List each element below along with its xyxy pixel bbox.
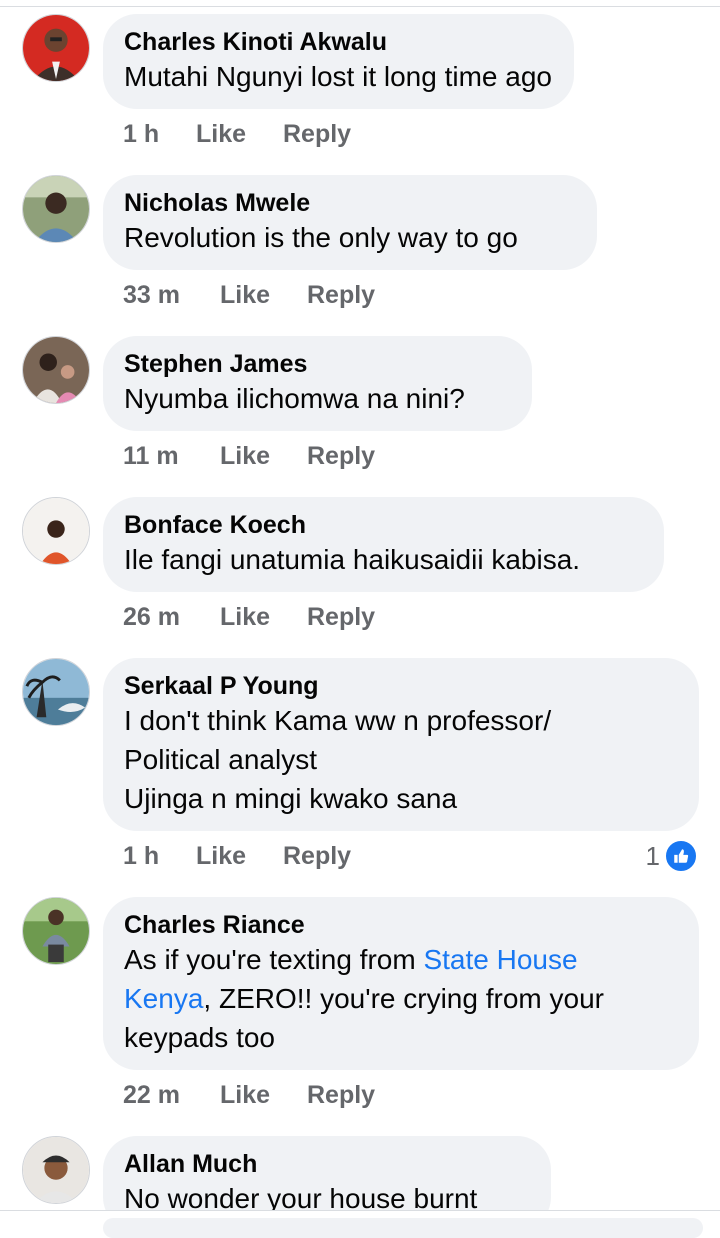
like-button[interactable]: Like [220,281,270,310]
reply-button[interactable]: Reply [307,603,375,632]
comment-author[interactable]: Charles Kinoti Akwalu [124,27,552,57]
comment-text: Nyumba ilichomwa na nini? [124,383,465,414]
like-button[interactable]: Like [220,1081,270,1110]
comment-bubble: Serkaal P Young I don't think Kama ww n … [103,658,699,831]
reply-button[interactable]: Reply [307,442,375,471]
comment-timestamp[interactable]: 26 m [123,603,180,632]
comment-bubble: Charles Riance As if you're texting from… [103,897,699,1070]
like-button[interactable]: Like [196,120,246,149]
comment-text: , ZERO!! you're crying from your [203,983,604,1014]
like-button[interactable]: Like [220,603,270,632]
comment-text-line: Ujinga n mingi kwako sana [124,783,458,814]
reply-button[interactable]: Reply [307,281,375,310]
write-comment-field[interactable] [103,1218,703,1238]
comment-text-line: I don't think Kama ww n professor/ [124,705,552,736]
avatar[interactable] [22,897,90,965]
comment-author[interactable]: Bonface Koech [124,510,642,540]
comment-bubble: Nicholas Mwele Revolution is the only wa… [103,175,597,270]
comment-author[interactable]: Charles Riance [124,910,677,940]
comment-timestamp[interactable]: 1 h [123,842,159,871]
avatar[interactable] [22,497,90,565]
avatar[interactable] [22,1136,90,1204]
comment-text-line: As if you're texting from State House [124,940,677,979]
like-button[interactable]: Like [196,842,246,871]
comment-text-line: Political analyst [124,744,317,775]
comment-timestamp[interactable]: 11 m [123,442,179,471]
comment-author[interactable]: Nicholas Mwele [124,188,575,218]
reaction-count: 1 [645,840,660,871]
comment-author[interactable]: Stephen James [124,349,510,379]
reply-button[interactable]: Reply [283,842,351,871]
comment-text: Mutahi Ngunyi lost it long time ago [124,61,552,92]
like-button[interactable]: Like [220,442,270,471]
reply-button[interactable]: Reply [307,1081,375,1110]
avatar[interactable] [22,336,90,404]
avatar[interactable] [22,658,90,726]
comment-bubble: Charles Kinoti Akwalu Mutahi Ngunyi lost… [103,14,574,109]
comment-timestamp[interactable]: 1 h [123,120,159,149]
comment-author[interactable]: Allan Much [124,1149,529,1179]
comment-timestamp[interactable]: 33 m [123,281,180,310]
comment-text-line: keypads too [124,1022,275,1053]
reply-button[interactable]: Reply [283,120,351,149]
comment-timestamp[interactable]: 22 m [123,1081,180,1110]
comment-text: As if you're texting from [124,944,424,975]
comment-text: Ile fangi unatumia haikusaidii kabisa. [124,544,581,575]
page-mention-link[interactable]: Kenya [124,983,203,1014]
comment-bubble: Bonface Koech Ile fangi unatumia haikusa… [103,497,664,592]
comment-bubble: Stephen James Nyumba ilichomwa na nini? [103,336,532,431]
top-divider [0,0,720,7]
avatar[interactable] [22,14,90,82]
comment-text: Revolution is the only way to go [124,222,518,253]
thumbs-up-icon [664,839,698,873]
page-mention-link[interactable]: State House [423,944,577,975]
avatar[interactable] [22,175,90,243]
comment-text-line: Kenya, ZERO!! you're crying from your [124,979,677,1018]
reaction-summary[interactable]: 1 [645,839,698,873]
comment-author[interactable]: Serkaal P Young [124,671,677,701]
